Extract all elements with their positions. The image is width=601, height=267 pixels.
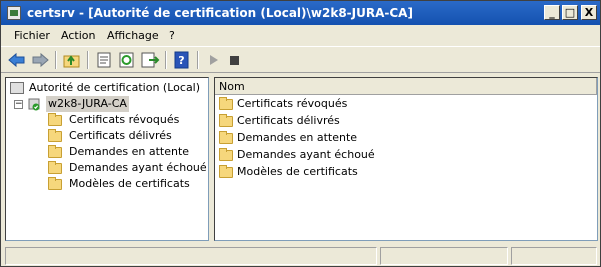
- folder-icon: [48, 129, 62, 142]
- refresh-icon[interactable]: [117, 51, 137, 69]
- folder-icon: [219, 114, 233, 127]
- toolbar-separator: [87, 51, 89, 69]
- status-cell-tertiary: [511, 247, 597, 265]
- app-window: certsrv - [Autorité de certification (Lo…: [0, 0, 601, 267]
- tree-pane[interactable]: Autorité de certification (Local) − w2k8…: [5, 77, 209, 241]
- folder-icon: [219, 148, 233, 161]
- folder-icon: [219, 165, 233, 178]
- folder-icon: [219, 97, 233, 110]
- folder-icon: [48, 161, 62, 174]
- minimize-button[interactable]: _: [544, 5, 560, 20]
- list-item-label: Certificats révoqués: [237, 97, 348, 110]
- ca-server-icon: [28, 98, 41, 111]
- folder-icon: [48, 177, 62, 190]
- help-icon[interactable]: ?: [172, 51, 192, 69]
- window-title: certsrv - [Autorité de certification (Lo…: [27, 6, 413, 20]
- ca-root-icon: [10, 82, 24, 94]
- tree-child-label: Demandes ayant échoué: [69, 161, 207, 174]
- status-bar: [1, 245, 600, 266]
- maximize-button[interactable]: □: [562, 5, 578, 20]
- export-list-icon[interactable]: [140, 51, 160, 69]
- list-item-label: Demandes ayant échoué: [237, 148, 375, 161]
- start-service-icon[interactable]: [204, 51, 224, 69]
- title-bar[interactable]: certsrv - [Autorité de certification (Lo…: [1, 1, 600, 25]
- list-item-label: Demandes en attente: [237, 131, 358, 144]
- toolbar-separator: [197, 51, 199, 69]
- menu-affichage[interactable]: Affichage: [107, 29, 159, 42]
- list-header: Nom: [215, 78, 597, 95]
- menu-fichier[interactable]: Fichier: [14, 29, 50, 42]
- tree-child-label: Modèles de certificats: [69, 177, 190, 190]
- certsrv-app-icon: [7, 6, 21, 20]
- toolbar-separator: [55, 51, 57, 69]
- folder-icon: [48, 145, 62, 158]
- properties-icon[interactable]: [94, 51, 114, 69]
- list-pane[interactable]: Nom Certificats révoqués Certificats dél…: [214, 77, 598, 241]
- tree-child-label: Certificats révoqués: [69, 113, 180, 126]
- tree-child-label: Certificats délivrés: [69, 129, 172, 142]
- folder-icon: [219, 131, 233, 144]
- tree-child-label: Demandes en attente: [69, 145, 190, 158]
- tree-root-label: Autorité de certification (Local): [29, 81, 201, 94]
- toolbar-separator: [165, 51, 167, 69]
- menu-help[interactable]: ?: [169, 29, 175, 42]
- close-button[interactable]: X: [581, 5, 597, 20]
- forward-arrow-icon[interactable]: [30, 51, 50, 69]
- svg-text:?: ?: [178, 54, 184, 67]
- stop-service-icon[interactable]: [225, 51, 245, 69]
- menu-action[interactable]: Action: [61, 29, 95, 42]
- column-header-nom[interactable]: Nom: [215, 78, 597, 95]
- list-item-label: Modèles de certificats: [237, 165, 358, 178]
- status-cell-main: [5, 247, 377, 265]
- toolbar: ?: [1, 46, 600, 73]
- back-arrow-icon[interactable]: [7, 51, 27, 69]
- tree-ca-label: w2k8-JURA-CA: [46, 96, 129, 112]
- collapse-toggle-icon[interactable]: −: [14, 100, 23, 109]
- up-folder-icon[interactable]: [62, 51, 82, 69]
- menu-bar: Fichier Action Affichage ?: [1, 25, 600, 46]
- folder-icon: [48, 113, 62, 126]
- list-item-label: Certificats délivrés: [237, 114, 340, 127]
- status-cell-secondary: [380, 247, 508, 265]
